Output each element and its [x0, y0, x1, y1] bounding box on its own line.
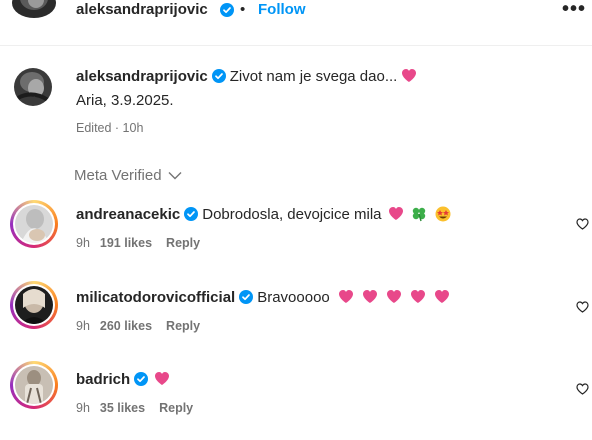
comment-username[interactable]: milicatodorovicofficial [76, 289, 235, 306]
reply-button[interactable]: Reply [166, 319, 200, 333]
heart-emoji-icon [338, 290, 353, 303]
verified-icon [211, 69, 226, 83]
reply-button[interactable]: Reply [166, 236, 200, 250]
header-avatar[interactable] [12, 0, 56, 18]
comment-avatar [15, 286, 53, 324]
caption-text: Zivot nam je svega dao... [229, 68, 398, 85]
four-leaf-clover-icon [412, 207, 425, 222]
comment-text-line: milicatodorovicofficial Bravooooo [76, 289, 450, 306]
comment-text-line: andreanacekic Dobrodosla, devojcice mila [76, 206, 452, 223]
comment-item: andreanacekic Dobrodosla, devojcice mila … [0, 200, 592, 270]
caption-username[interactable]: aleksandraprijovic [76, 68, 208, 85]
comment-meta: 9h 191 likes Reply [76, 236, 200, 250]
story-ring[interactable] [10, 281, 58, 329]
star-struck-icon [435, 206, 450, 222]
heart-emoji-icon [410, 290, 425, 303]
story-ring[interactable] [10, 361, 58, 409]
heart-emoji-icon [402, 69, 417, 82]
header-divider [0, 45, 592, 46]
caption-avatar[interactable] [14, 68, 52, 106]
comment-avatar [15, 366, 53, 404]
comment-text: Dobrodosla, devojcice mila [202, 206, 382, 223]
meta-verified-toggle[interactable]: Meta Verified [74, 167, 182, 184]
heart-emoji-icon [434, 290, 449, 303]
verified-icon [134, 372, 149, 386]
caption-line: aleksandraprijovic Zivot nam je svega dao… [76, 68, 417, 85]
comment-likes[interactable]: 191 likes [100, 236, 152, 250]
comment-meta: 9h 260 likes Reply [76, 319, 200, 333]
story-ring[interactable] [10, 200, 58, 248]
like-heart-icon[interactable] [576, 218, 589, 230]
caption-second-line: Aria, 3.9.2025. [76, 92, 174, 109]
comment-avatar [15, 205, 53, 243]
comment-meta: 9h 35 likes Reply [76, 401, 193, 415]
comment-likes[interactable]: 35 likes [100, 401, 145, 415]
comment-likes[interactable]: 260 likes [100, 319, 152, 333]
meta-verified-label: Meta Verified [74, 167, 162, 184]
header-verified-icon [220, 2, 234, 20]
comment-text: Bravooooo [257, 289, 330, 306]
heart-emoji-icon [362, 290, 377, 303]
comment-username[interactable]: badrich [76, 371, 130, 388]
comment-time: 9h [76, 401, 90, 415]
comment-time: 9h [76, 319, 90, 333]
follow-button[interactable]: Follow [258, 1, 306, 18]
like-heart-icon[interactable] [576, 383, 589, 395]
reply-button[interactable]: Reply [159, 401, 193, 415]
header-username[interactable]: aleksandraprijovic [76, 1, 208, 18]
post-caption: aleksandraprijovic Zivot nam je svega dao… [0, 62, 592, 142]
heart-emoji-icon [388, 207, 403, 220]
caption-meta: Edited · 10h [76, 121, 144, 135]
verified-icon [184, 207, 199, 221]
comment-username[interactable]: andreanacekic [76, 206, 180, 223]
chevron-down-icon [168, 172, 182, 180]
verified-icon [239, 290, 254, 304]
like-heart-icon[interactable] [576, 301, 589, 313]
comment-item: milicatodorovicofficial Bravooooo 9h 260 l… [0, 281, 592, 353]
comment-text-line: badrich [76, 371, 170, 388]
heart-emoji-icon [386, 290, 401, 303]
heart-emoji-icon [155, 372, 170, 385]
header-separator: • [240, 1, 246, 18]
post-header: aleksandraprijovic • Follow ••• [0, 0, 592, 40]
comment-time: 9h [76, 236, 90, 250]
more-options-icon[interactable]: ••• [562, 0, 586, 21]
comment-item: badrich 9h 35 likes Reply [0, 361, 592, 435]
